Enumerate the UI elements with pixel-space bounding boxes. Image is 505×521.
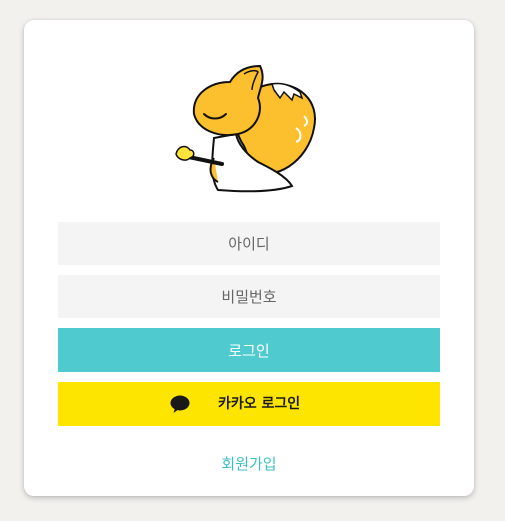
kakao-login-label: 카카오 로그인 bbox=[218, 396, 301, 412]
sleeping-squirrel-mascot-icon bbox=[175, 64, 316, 193]
kakao-login-content: 카카오 로그인 bbox=[58, 382, 440, 426]
kakao-speech-bubble-icon bbox=[170, 395, 190, 413]
signup-link[interactable]: 회원가입 bbox=[24, 453, 474, 474]
password-input[interactable] bbox=[58, 275, 440, 318]
login-button[interactable]: 로그인 bbox=[58, 328, 440, 372]
kakao-login-button[interactable]: 카카오 로그인 bbox=[58, 382, 440, 426]
login-card: 로그인 카카오 로그인 회원가입 bbox=[24, 20, 474, 496]
username-input[interactable] bbox=[58, 222, 440, 265]
